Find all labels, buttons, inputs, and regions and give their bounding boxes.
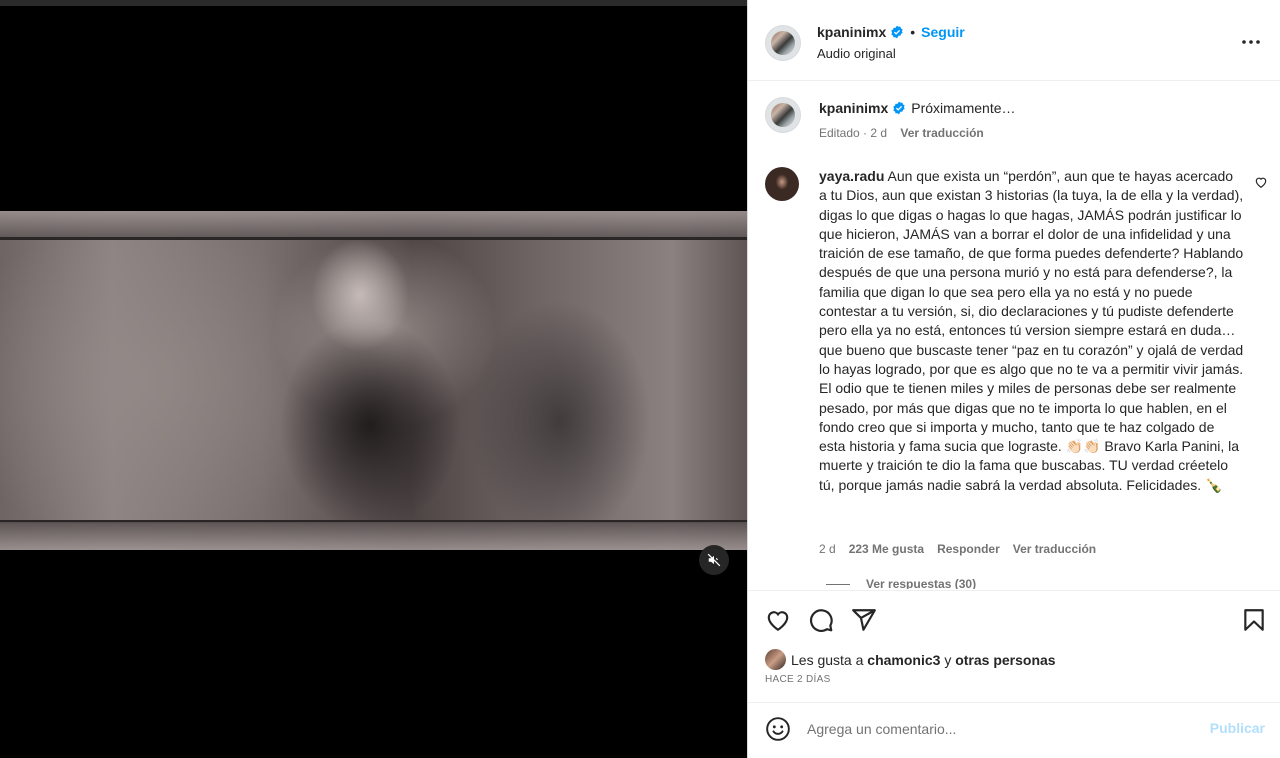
comment-likes[interactable]: 223 Me gusta — [849, 542, 924, 556]
author-avatar[interactable] — [765, 25, 801, 61]
verified-icon — [893, 101, 905, 115]
comment-body: yaya.radu Aun que exista un “perdón”, au… — [819, 167, 1244, 495]
verified-icon — [891, 25, 903, 39]
comment-input[interactable] — [807, 715, 1197, 743]
liker-avatar[interactable] — [765, 649, 786, 670]
caption-edited: Editado · 2 d — [819, 126, 888, 140]
publish-button[interactable]: Publicar — [1210, 720, 1265, 736]
follow-button[interactable]: Seguir — [921, 24, 965, 40]
share-icon[interactable] — [851, 607, 877, 633]
likes-prefix: Les gusta a — [791, 651, 864, 668]
emoji-icon[interactable] — [765, 716, 791, 742]
commenter-avatar[interactable] — [765, 167, 799, 201]
post-time[interactable]: HACE 2 DÍAS — [765, 674, 831, 685]
post-actions: Les gusta a chamonic3 y otras personas H… — [748, 590, 1280, 702]
mute-button[interactable] — [699, 545, 729, 575]
other-likers-link[interactable]: otras personas — [955, 652, 1055, 668]
comment-composer: Publicar — [748, 702, 1280, 758]
likes-summary: Les gusta a chamonic3 y otras personas — [765, 649, 1056, 670]
more-options-button[interactable] — [1239, 30, 1263, 54]
author-username[interactable]: kpaninimx — [817, 24, 886, 40]
heart-icon[interactable] — [765, 607, 791, 633]
comment-time: 2 d — [819, 542, 836, 556]
caption-translate-button[interactable]: Ver traducción — [900, 126, 983, 140]
post-panel: kpaninimx • Seguir Audio original kpanin… — [747, 0, 1280, 758]
comment-reply-button[interactable]: Responder — [937, 542, 1000, 556]
mute-icon — [707, 553, 721, 567]
comment-like-heart-icon[interactable] — [1254, 175, 1268, 189]
caption-meta: Editado · 2 d Ver traducción — [819, 126, 984, 140]
separator-dot: • — [910, 24, 916, 40]
liker-username[interactable]: chamonic3 — [867, 652, 940, 668]
caption-text: Próximamente… — [911, 100, 1016, 116]
bookmark-icon[interactable] — [1241, 607, 1267, 633]
video-band-bottom — [0, 522, 747, 550]
video-line-top — [0, 237, 747, 240]
post-header: kpaninimx • Seguir Audio original — [748, 0, 1280, 81]
video-subject — [230, 225, 500, 525]
more-icon — [1242, 40, 1260, 44]
view-replies-button[interactable]: Ver respuestas (30) — [866, 577, 976, 589]
caption-username[interactable]: kpaninimx — [819, 100, 888, 116]
caption-avatar[interactable] — [765, 97, 801, 133]
likes-conj: y — [944, 651, 952, 668]
caption-row: kpaninimx Próximamente… — [819, 100, 1016, 116]
audio-label[interactable]: Audio original — [817, 46, 896, 61]
top-thumbnail-strip — [0, 0, 747, 6]
comment-meta: 2 d 223 Me gusta Responder Ver traducció… — [819, 542, 1096, 556]
comment-username[interactable]: yaya.radu — [819, 168, 884, 184]
comment-translate-button[interactable]: Ver traducción — [1013, 542, 1096, 556]
video-player[interactable] — [0, 0, 747, 758]
comment-text: Aun que exista un “perdón”, aun que te h… — [819, 168, 1244, 493]
header-user-row: kpaninimx • Seguir — [817, 24, 965, 40]
comments-section[interactable]: kpaninimx Próximamente… Editado · 2 d Ve… — [748, 82, 1280, 589]
comment-icon[interactable] — [808, 607, 834, 633]
video-band-top — [0, 211, 747, 237]
